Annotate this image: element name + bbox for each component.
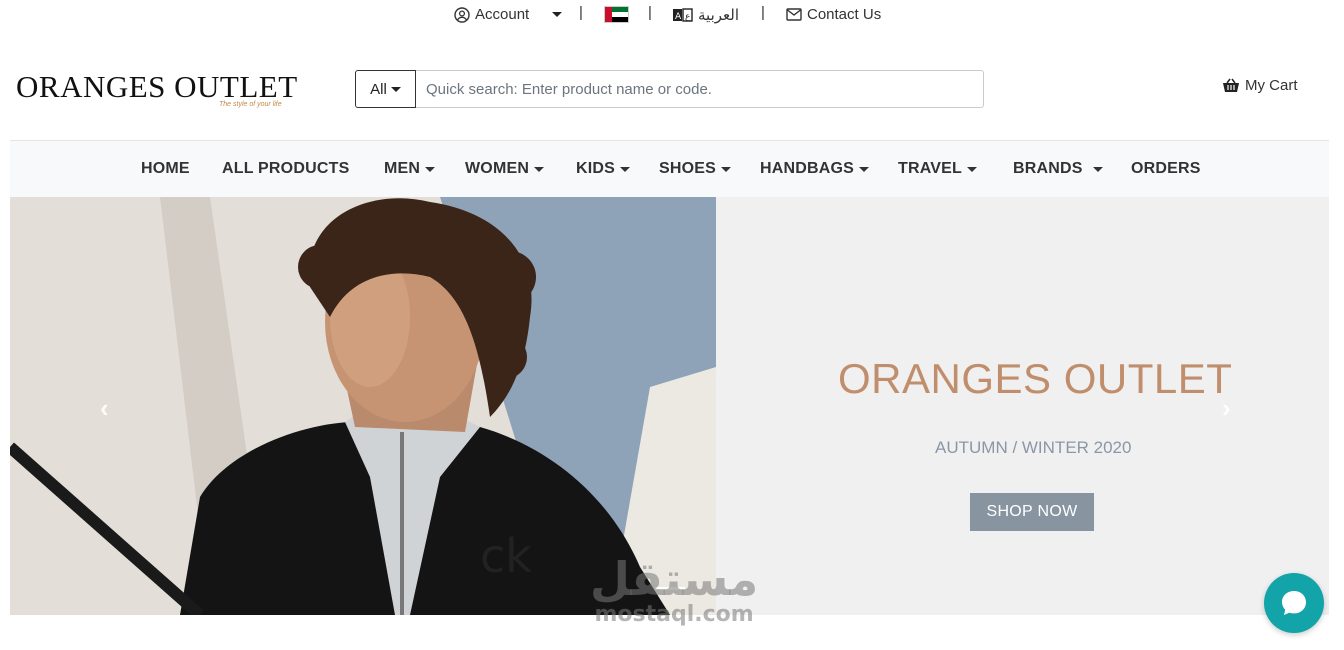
country-selector[interactable] (604, 6, 629, 23)
cart-label: My Cart (1245, 77, 1298, 94)
nav-travel[interactable]: TRAVEL (898, 160, 978, 178)
watermark-arabic: مستقل (590, 552, 759, 606)
hero-title: ORANGES OUTLET (838, 355, 1233, 402)
chevron-down-icon (534, 166, 545, 172)
shop-now-button[interactable]: SHOP NOW (970, 493, 1094, 531)
nav-label: TRAVEL (898, 160, 963, 177)
nav-label: BRANDS (1013, 160, 1083, 177)
chat-bubble-icon (1282, 591, 1306, 615)
svg-text:A: A (675, 12, 682, 22)
carousel-prev-button[interactable]: ‹ (100, 393, 109, 424)
nav-kids[interactable]: KIDS (576, 160, 631, 178)
nav-label: WOMEN (465, 160, 530, 177)
nav-men[interactable]: MEN (384, 160, 436, 178)
logo-tagline: The style of your life (219, 101, 282, 108)
nav-handbags[interactable]: HANDBAGS (760, 160, 870, 178)
nav-label: HANDBAGS (760, 160, 855, 177)
chevron-down-icon (859, 166, 870, 172)
user-circle-icon (454, 6, 470, 23)
chat-widget-button[interactable] (1264, 573, 1324, 633)
hero-subtitle: AUTUMN / WINTER 2020 (935, 438, 1132, 457)
chevron-left-icon: ‹ (100, 393, 109, 423)
search-category-label: All (370, 80, 387, 98)
nav-all-products[interactable]: ALL PRODUCTS (222, 160, 349, 178)
svg-text:ع: ع (685, 12, 691, 22)
nav-label: KIDS (576, 160, 616, 177)
nav-label: MEN (384, 160, 421, 177)
nav-label: HOME (141, 160, 190, 177)
language-label: العربية (698, 7, 739, 24)
logo-text: ORANGES OUTLET (16, 69, 298, 104)
top-utility-bar: Account | | Aع العربية | Contact Us (0, 0, 1344, 30)
chevron-down-icon (721, 166, 732, 172)
main-navigation: HOME ALL PRODUCTS MEN WOMEN KIDS SHOES H… (10, 140, 1329, 197)
watermark: مستقل mostaql.com (590, 555, 758, 627)
separator: | (761, 4, 765, 21)
separator: | (579, 4, 583, 21)
site-logo[interactable]: ORANGES OUTLET The style of your life (16, 70, 306, 110)
chevron-down-icon (967, 166, 978, 172)
nav-shoes[interactable]: SHOES (659, 160, 732, 178)
account-dropdown-caret[interactable] (552, 12, 562, 17)
search-category-dropdown[interactable]: All (355, 70, 416, 108)
nav-label: SHOES (659, 160, 717, 177)
account-label: Account (475, 6, 530, 23)
watermark-latin: mostaql.com (594, 602, 754, 627)
nav-home[interactable]: HOME (141, 160, 190, 178)
language-switch[interactable]: Aع العربية (673, 6, 739, 24)
chevron-down-icon (620, 166, 631, 172)
nav-label: ORDERS (1131, 160, 1201, 177)
contact-label: Contact Us (807, 6, 882, 23)
chevron-down-icon (390, 86, 401, 92)
my-cart-link[interactable]: My Cart (1222, 77, 1298, 94)
search-bar: All (355, 70, 984, 108)
separator: | (648, 4, 652, 21)
chevron-down-icon (425, 166, 436, 172)
uae-flag-icon (604, 6, 629, 23)
chevron-down-icon (1092, 166, 1103, 172)
svg-text:ck: ck (480, 529, 532, 583)
nav-label: ALL PRODUCTS (222, 160, 350, 177)
shopping-basket-icon (1223, 78, 1239, 92)
nav-women[interactable]: WOMEN (465, 160, 545, 178)
envelope-icon (786, 8, 802, 21)
account-menu[interactable]: Account (454, 6, 529, 23)
language-icon: Aع (673, 8, 693, 22)
search-input[interactable] (416, 70, 984, 108)
contact-us-link[interactable]: Contact Us (786, 6, 881, 23)
nav-brands[interactable]: BRANDS (1013, 160, 1103, 178)
nav-orders[interactable]: ORDERS (1131, 160, 1201, 178)
